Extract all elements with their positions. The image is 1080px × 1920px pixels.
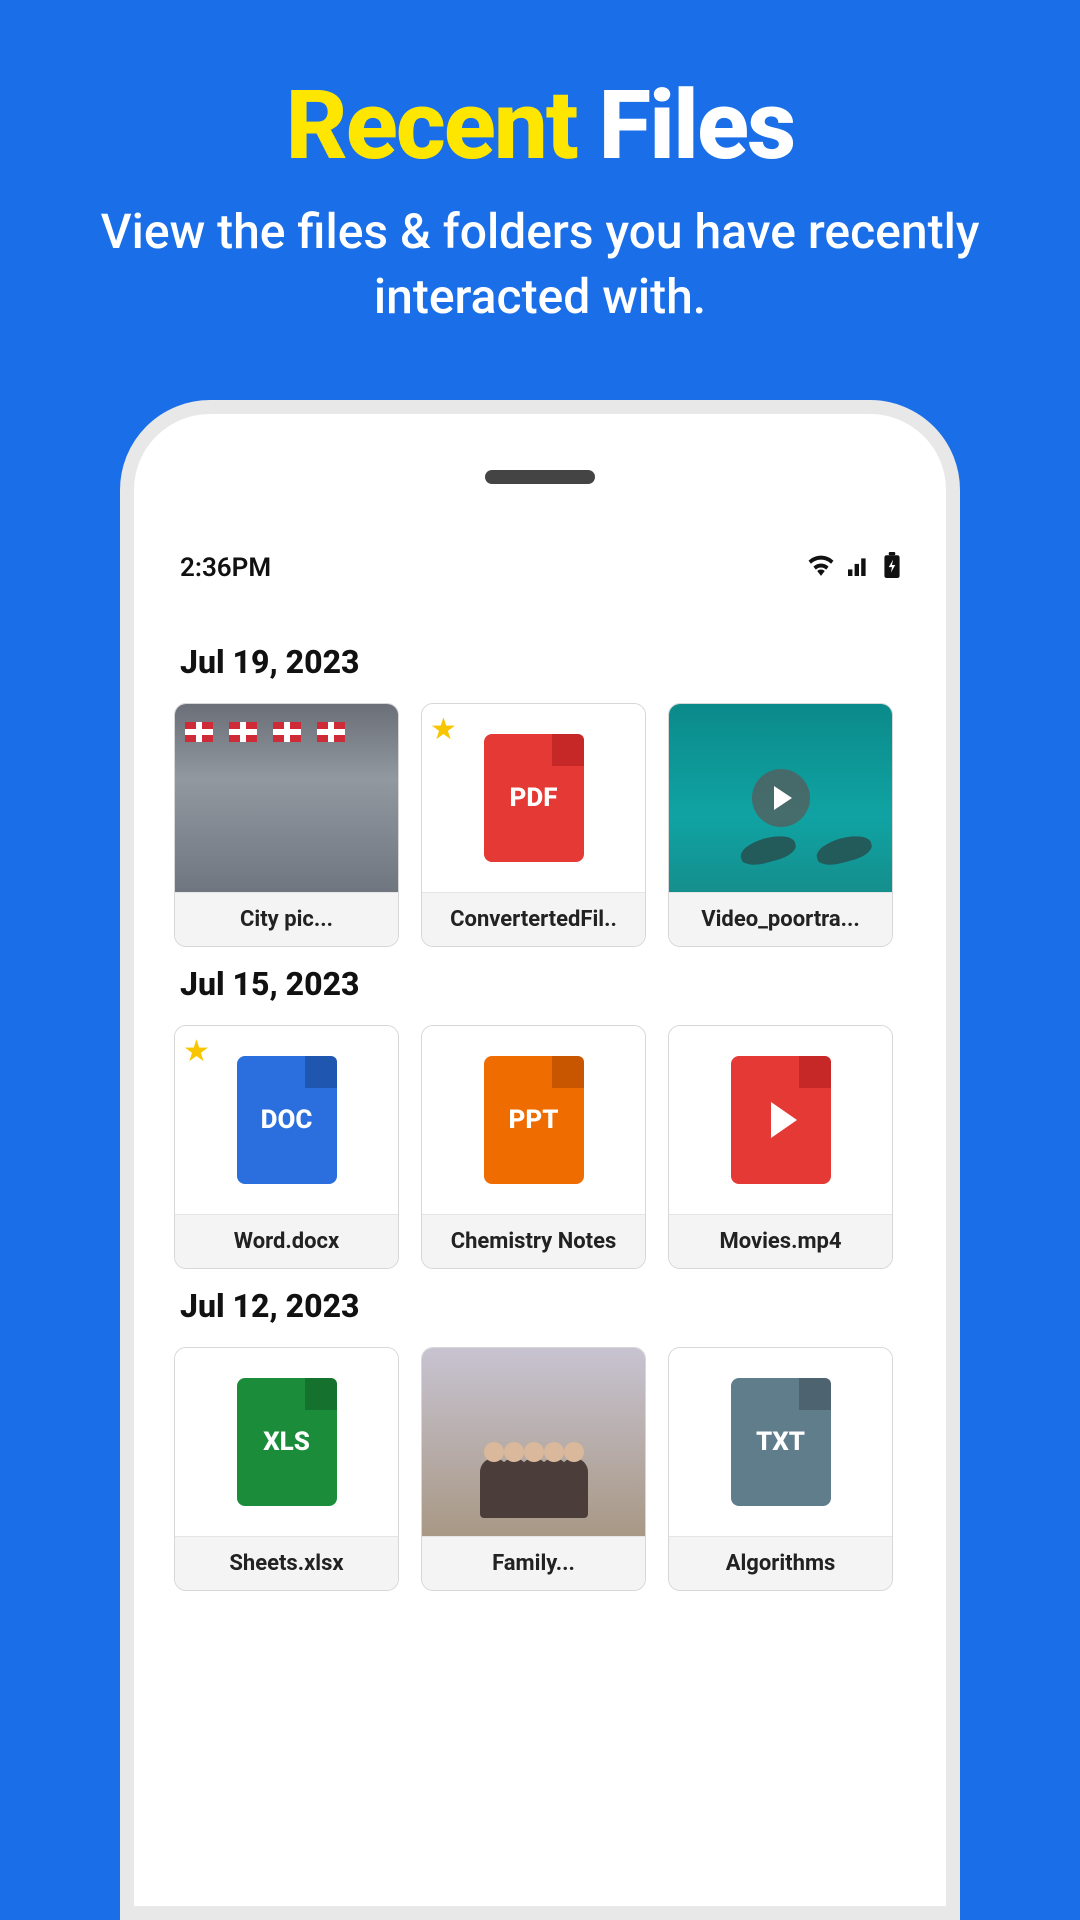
file-card-movies-mp4[interactable]: Movies.mp4 (668, 1025, 893, 1269)
phone-speaker (485, 470, 595, 484)
file-name-label: Chemistry Notes (422, 1214, 645, 1268)
section-date: Jul 19, 2023 (180, 643, 900, 681)
xls-icon: XLS (237, 1378, 337, 1506)
section-date: Jul 15, 2023 (180, 965, 900, 1003)
file-thumbnail (669, 704, 892, 892)
file-name-label: ConvertertedFil.. (422, 892, 645, 946)
video-file-icon (731, 1056, 831, 1184)
file-name-label: City pic... (175, 892, 398, 946)
file-thumbnail: TXT (669, 1348, 892, 1536)
file-thumbnail (422, 1348, 645, 1536)
file-card-converted-pdf[interactable]: ★ PDF ConvertertedFil.. (421, 703, 646, 947)
file-name-label: Family... (422, 1536, 645, 1590)
file-name-label: Movies.mp4 (669, 1214, 892, 1268)
txt-icon: TXT (731, 1378, 831, 1506)
battery-icon (884, 552, 900, 585)
file-name-label: Word.docx (175, 1214, 398, 1268)
play-icon (752, 769, 810, 827)
file-thumbnail: XLS (175, 1348, 398, 1536)
app-screen: 2:36PM Jul 19, 2023 City pic... (134, 534, 946, 1906)
hero-subtitle: View the files & folders you have recent… (30, 200, 1050, 330)
file-thumbnail: ★ PDF (422, 704, 645, 892)
phone-frame: 2:36PM Jul 19, 2023 City pic... (120, 400, 960, 1920)
file-card-sheets-xlsx[interactable]: XLS Sheets.xlsx (174, 1347, 399, 1591)
file-card-family-photo[interactable]: Family... (421, 1347, 646, 1591)
file-card-city-pic[interactable]: City pic... (174, 703, 399, 947)
file-grid: ★ DOC Word.docx PPT Chemistry Notes Movi… (174, 1025, 906, 1269)
signal-icon (848, 553, 870, 583)
hero-title-rest: Files (599, 70, 795, 182)
file-thumbnail (669, 1026, 892, 1214)
file-name-label: Algorithms (669, 1536, 892, 1590)
doc-icon: DOC (237, 1056, 337, 1184)
file-grid: City pic... ★ PDF ConvertertedFil.. Vide… (174, 703, 906, 947)
star-icon: ★ (430, 712, 457, 747)
promo-hero: Recent Files View the files & folders yo… (0, 0, 1080, 360)
file-grid: XLS Sheets.xlsx Family... TXT Algorithms (174, 1347, 906, 1591)
file-card-algorithms[interactable]: TXT Algorithms (668, 1347, 893, 1591)
section-date: Jul 12, 2023 (180, 1287, 900, 1325)
wifi-icon (808, 553, 834, 583)
star-icon: ★ (183, 1034, 210, 1069)
file-name-label: Sheets.xlsx (175, 1536, 398, 1590)
file-thumbnail: ★ DOC (175, 1026, 398, 1214)
ppt-icon: PPT (484, 1056, 584, 1184)
file-card-word-doc[interactable]: ★ DOC Word.docx (174, 1025, 399, 1269)
status-bar: 2:36PM (174, 552, 906, 625)
file-thumbnail: PPT (422, 1026, 645, 1214)
file-name-label: Video_poortra... (669, 892, 892, 946)
hero-title: Recent Files (30, 70, 1050, 182)
status-time: 2:36PM (180, 553, 271, 583)
file-card-chemistry-notes[interactable]: PPT Chemistry Notes (421, 1025, 646, 1269)
file-card-video-portrait[interactable]: Video_poortra... (668, 703, 893, 947)
file-thumbnail (175, 704, 398, 892)
status-icons (808, 552, 900, 585)
hero-title-accent: Recent (286, 70, 577, 182)
pdf-icon: PDF (484, 734, 584, 862)
